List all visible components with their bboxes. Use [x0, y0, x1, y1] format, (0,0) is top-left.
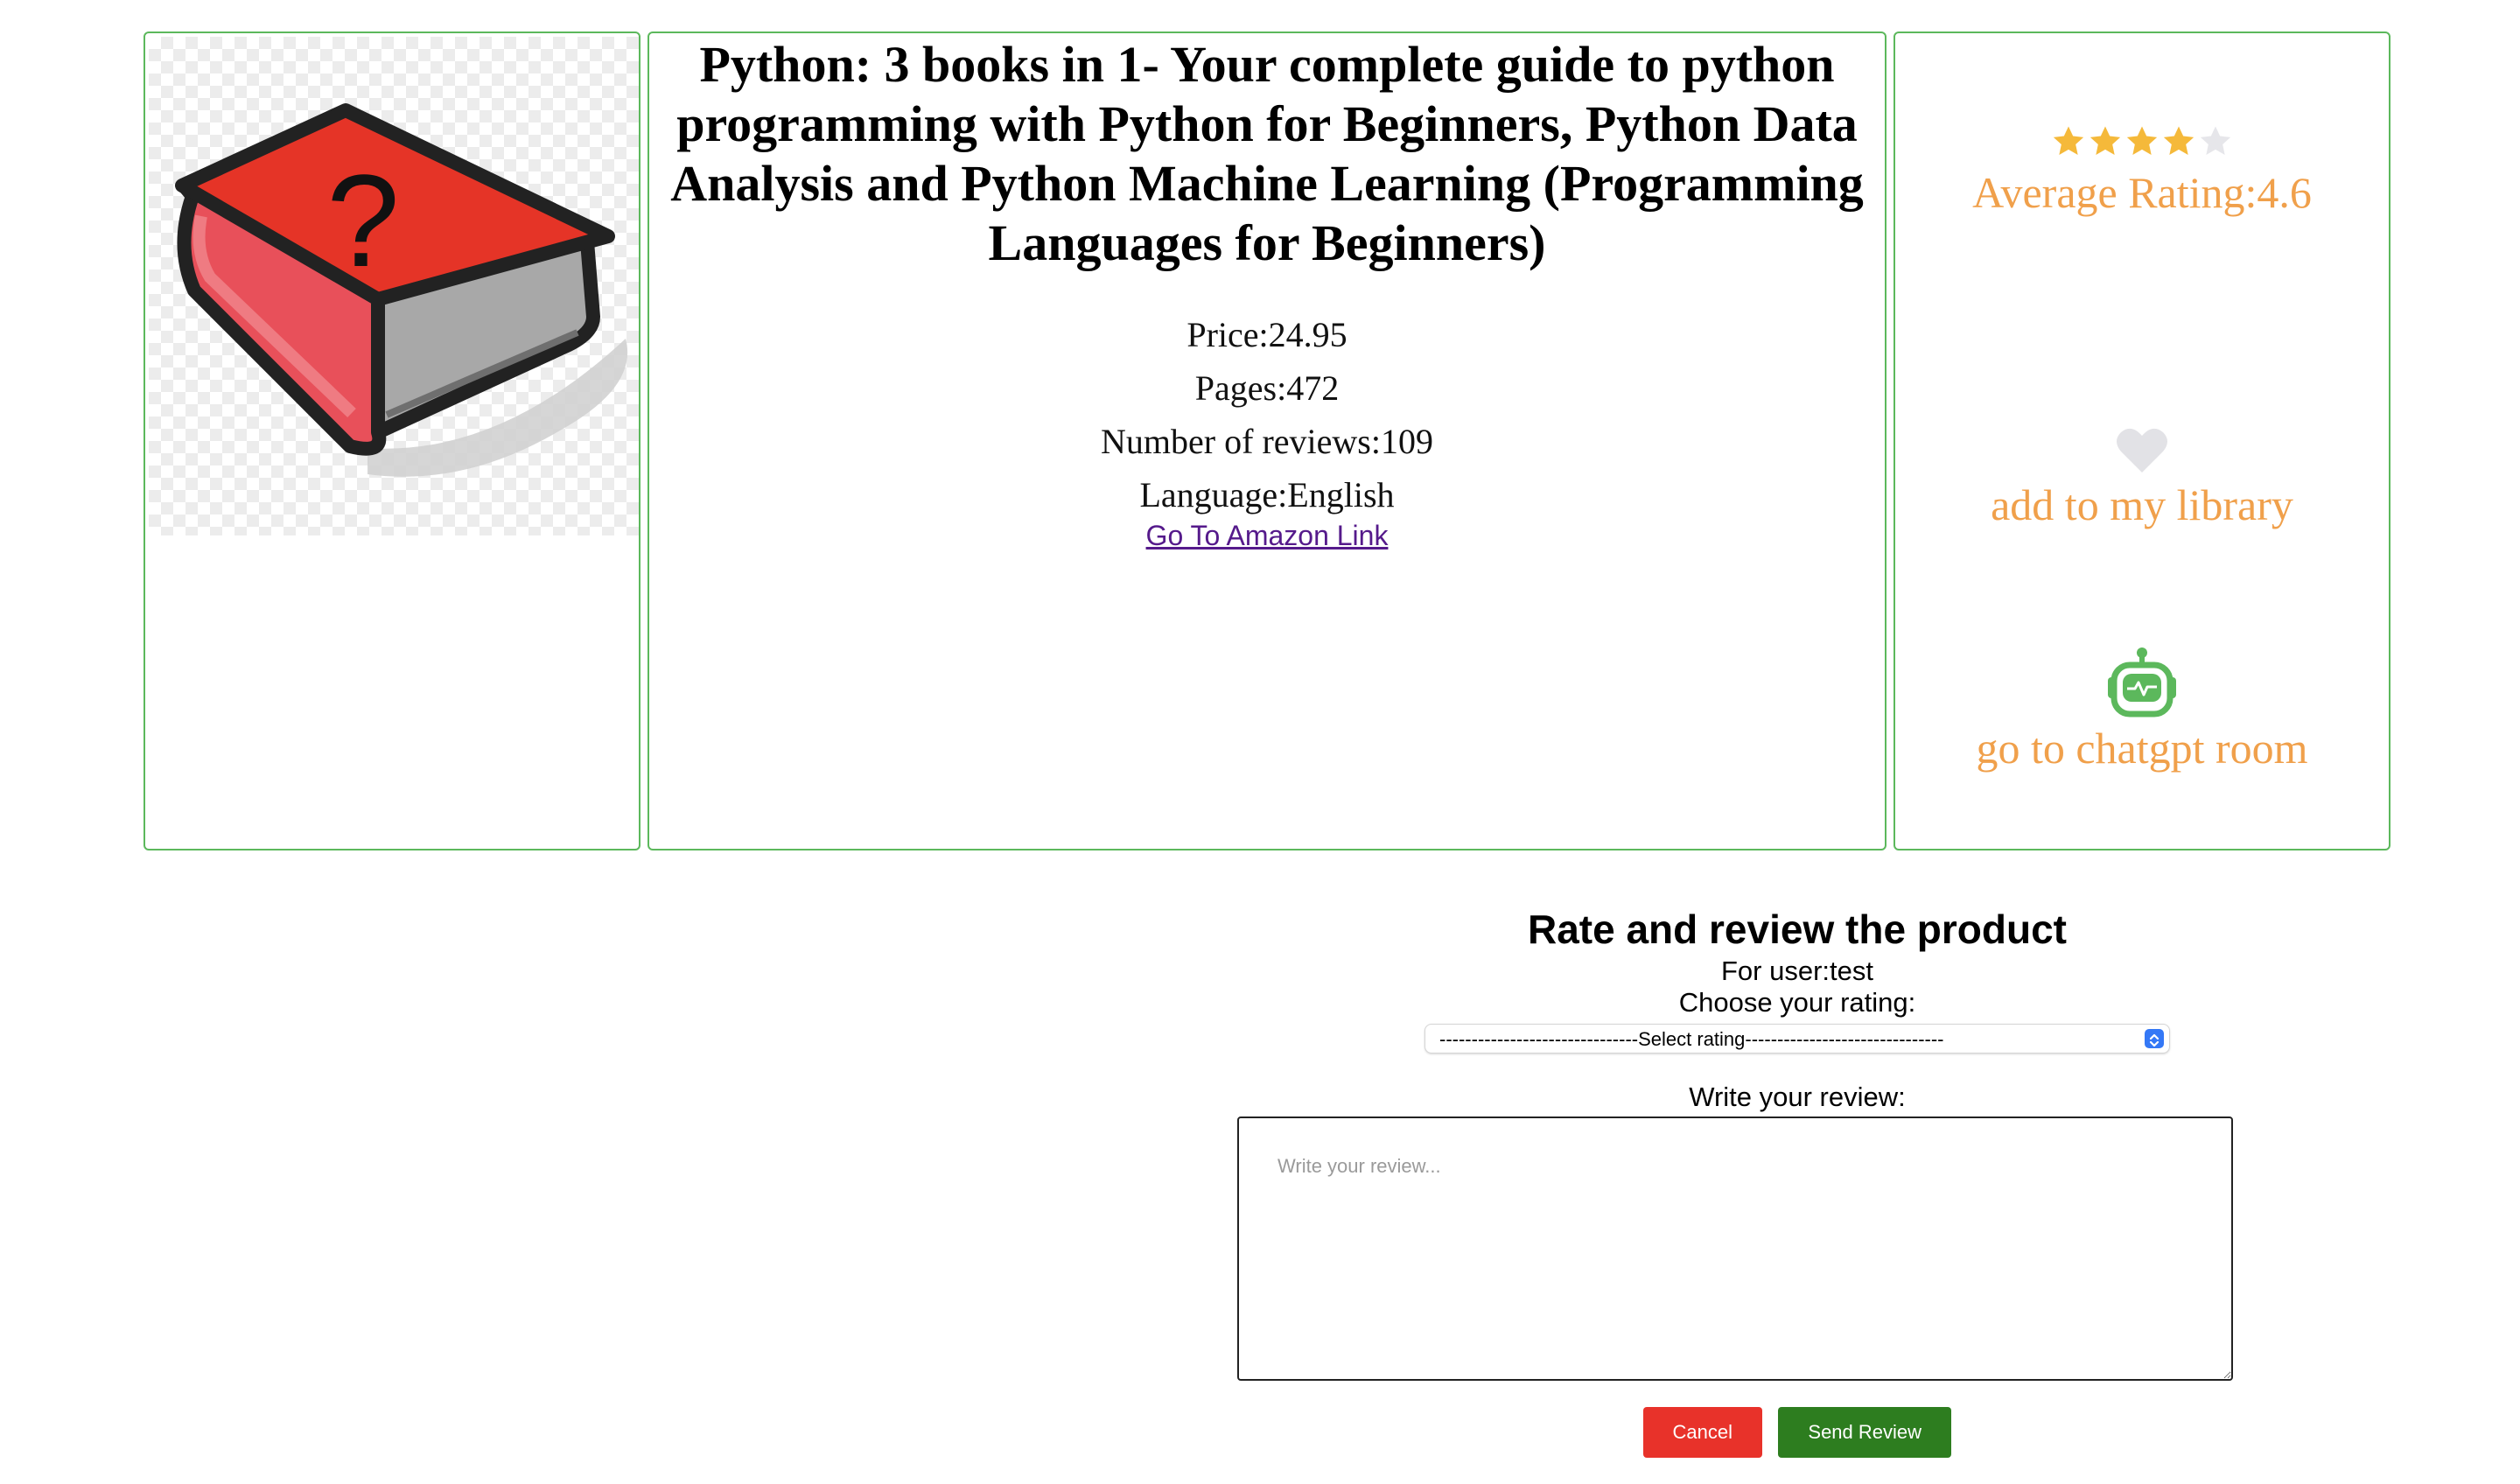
book-title: Python: 3 books in 1- Your complete guid… [670, 36, 1864, 271]
average-rating-block: Average Rating:4.6 [1895, 124, 2389, 219]
book-reviews-count: Number of reviews:109 [1101, 422, 1433, 461]
robot-icon [2108, 648, 2176, 718]
cancel-button[interactable]: Cancel [1642, 1407, 1762, 1458]
book-info-panel: Python: 3 books in 1- Your complete guid… [648, 32, 1886, 850]
rating-stars [1895, 124, 2389, 166]
star-filled-icon [2090, 126, 2121, 155]
star-filled-icon [2163, 126, 2194, 155]
add-to-library-label: add to my library [1991, 480, 2293, 529]
book-cover-image: ? [149, 37, 639, 536]
rating-select[interactable]: -------------------------------Select ra… [1424, 1024, 2170, 1054]
book-question-mark-icon: ? [175, 103, 628, 477]
select-arrows-icon [2145, 1029, 2164, 1048]
chatgpt-room-button[interactable]: go to chatgpt room [1895, 646, 2389, 774]
book-price: Price:24.95 [1186, 315, 1348, 354]
rating-select-value: -------------------------------Select ra… [1439, 1028, 1944, 1050]
star-empty-icon [2200, 126, 2231, 155]
book-pages: Pages:472 [1194, 368, 1340, 408]
book-language: Language:English [1139, 475, 1395, 514]
average-rating-text: Average Rating:4.6 [1972, 168, 2312, 217]
amazon-link[interactable]: Go To Amazon Link [1146, 518, 1389, 553]
star-filled-icon [2126, 126, 2158, 155]
review-textarea[interactable] [1237, 1116, 2233, 1381]
chatgpt-room-label: go to chatgpt room [1976, 724, 2308, 773]
star-filled-icon [2053, 126, 2084, 155]
svg-text:?: ? [326, 147, 399, 294]
send-review-button[interactable]: Send Review [1778, 1407, 1952, 1458]
add-to-library-button[interactable]: add to my library [1895, 425, 2389, 531]
book-cover-panel: ? [144, 32, 640, 850]
review-heading: Rate and review the product [1527, 906, 2067, 952]
book-meta: Price:24.95 Pages:472 Number of reviews:… [649, 308, 1885, 522]
book-actions-panel: Average Rating:4.6 add to my library go … [1894, 32, 2390, 850]
heart-icon [2117, 428, 2167, 472]
review-buttons: Cancel Send Review [1298, 1407, 2296, 1458]
write-review-label: Write your review: [1689, 1082, 1906, 1112]
review-form: Rate and review the product For user:tes… [1237, 903, 2296, 1458]
review-user-line: For user:test [1721, 956, 1873, 986]
choose-rating-label: Choose your rating: [1678, 987, 1916, 1018]
